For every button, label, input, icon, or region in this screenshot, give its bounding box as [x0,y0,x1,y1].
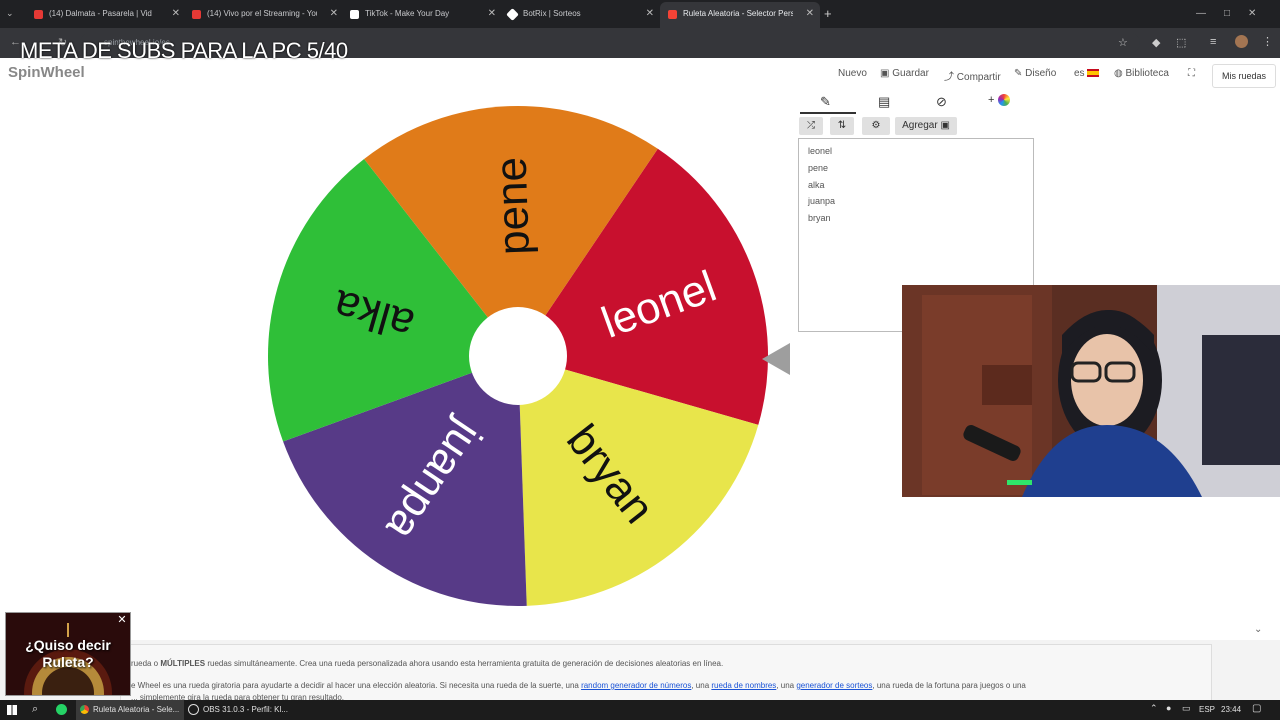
color-wheel-icon [997,94,1010,107]
info-line-1: rueda o MÚLTIPLES ruedas simultáneamente… [131,659,724,668]
botrix-favicon-icon [506,7,519,21]
site-logo[interactable]: SpinWheel [8,64,85,81]
browser-tab-2[interactable]: (14) Vivo por el Streaming - You ✕ [184,4,344,24]
webcam-overlay [902,285,1280,497]
roulette-ad[interactable]: ¿Quiso decir Ruleta? ✕ [5,612,131,696]
ad-title: ¿Quiso decir Ruleta? [25,637,111,670]
save-icon: ▣ [880,68,893,79]
youtube-favicon-icon [34,9,43,19]
tab-close-icon[interactable]: ✕ [172,4,180,24]
info-line-2: e Wheel es una rueda giratoria para ayud… [131,681,1026,690]
browser-tab-3[interactable]: TikTok - Make Your Day ✕ [342,4,502,24]
stream-overlay-text: META DE SUBS PARA LA PC 5/40 [20,38,348,63]
tab-close-icon[interactable]: ✕ [330,4,338,24]
notification-icon[interactable]: ▢ [1252,703,1261,714]
wheel-center-hub[interactable] [469,307,567,405]
taskbar-item-obs[interactable]: OBS 31.0.3 - Perfil: Kl... [184,700,288,720]
browser-tab-4[interactable]: BotRix | Sorteos ✕ [500,4,660,24]
taskbar-item-chrome[interactable]: Ruleta Aleatoria - Sele... [76,700,184,720]
tab-close-icon[interactable]: ✕ [646,4,654,24]
windows-start-icon[interactable] [7,705,17,715]
bookmark-star-icon[interactable]: ☆ [1118,36,1128,49]
link-number-generator[interactable]: random generador de números [581,681,691,690]
nav-fullscreen-icon[interactable]: ⛶ [1188,68,1195,79]
microphone-icon[interactable]: ● [1166,703,1171,713]
close-icon[interactable]: ✕ [116,614,128,626]
sort-button[interactable]: ⇅ [830,117,854,135]
active-tab-indicator [800,112,856,114]
spinwheel-favicon-icon [668,9,677,19]
my-wheels-button[interactable]: Mis ruedas [1212,64,1276,88]
youtube-favicon-icon [192,9,201,19]
new-tab-button[interactable]: + [824,6,832,21]
share-icon: ⤴ [944,72,957,83]
browser-tab-1[interactable]: (14) Dalmata - Pasarela | Vid ✕ [26,4,186,24]
taskbar-language[interactable]: ESP [1199,700,1215,720]
entry-line: leonel [808,146,833,156]
nav-new[interactable]: Nuevo [838,68,867,79]
whatsapp-icon[interactable] [56,704,67,715]
spain-flag-icon [1087,69,1100,78]
chevron-down-icon[interactable]: ⌄ [1254,624,1262,635]
menu-dots-icon[interactable]: ⋮ [1262,35,1273,48]
shuffle-button[interactable]: ⤮ [799,117,823,135]
wheel-label-pene: pene [487,156,539,256]
nav-share[interactable]: ⤴ Compartir [944,68,1001,83]
webcam-feed-image [902,285,1280,497]
eye-off-icon[interactable]: ⊘ [936,94,947,110]
entry-line: pene [808,163,829,173]
nav-design[interactable]: ✎ Diseño [1014,68,1056,79]
network-icon[interactable]: ▭ [1182,703,1191,714]
add-color-button[interactable]: + [988,94,1010,107]
globe-icon: ◍ [1114,68,1126,79]
extension-icon[interactable]: ◆ [1152,36,1160,49]
window-controls[interactable]: —□✕ [1196,8,1274,19]
pencil-icon[interactable]: ✎ [820,94,831,110]
settings-button[interactable]: ⚙ [862,117,890,135]
obs-icon [188,704,199,716]
search-icon[interactable]: ⌕ [32,703,38,716]
tray-chevron-up-icon[interactable]: ⌃ [1150,703,1158,714]
nav-language[interactable]: es [1074,68,1100,79]
link-name-wheel[interactable]: rueda de nombres [711,681,776,690]
entry-line: alka [808,180,825,190]
tab-close-icon[interactable]: ✕ [488,4,496,24]
profile-avatar[interactable] [1235,35,1248,48]
browser-tab-5-active[interactable]: Ruleta Aleatoria - Selector Pers ✕ [660,2,820,28]
taskbar-clock[interactable]: 23:44 [1221,700,1241,720]
tab-close-icon[interactable]: ✕ [806,2,814,26]
nav-library[interactable]: ◍ Biblioteca [1114,68,1169,79]
chrome-icon [80,705,89,715]
image-icon: ▣ [940,120,950,131]
reading-list-icon[interactable]: ≡ [1210,36,1216,48]
wheel-pointer [762,343,790,375]
clipboard-icon[interactable]: ▤ [878,94,890,110]
entry-line: bryan [808,213,831,223]
spin-wheel[interactable]: leonelbryanjuanpaalkapene [262,100,774,612]
pencil-icon: ✎ [1014,68,1026,79]
nav-save[interactable]: ▣ Guardar [880,68,929,79]
puzzle-icon[interactable]: ⬚ [1176,36,1186,49]
add-entry-button[interactable]: Agregar ▣ [895,117,957,135]
link-raffle-generator[interactable]: generador de sorteos [796,681,872,690]
tiktok-favicon-icon [350,9,359,19]
entry-line: juanpa [808,196,836,206]
tab-search-icon[interactable]: ⌄ [6,8,14,19]
